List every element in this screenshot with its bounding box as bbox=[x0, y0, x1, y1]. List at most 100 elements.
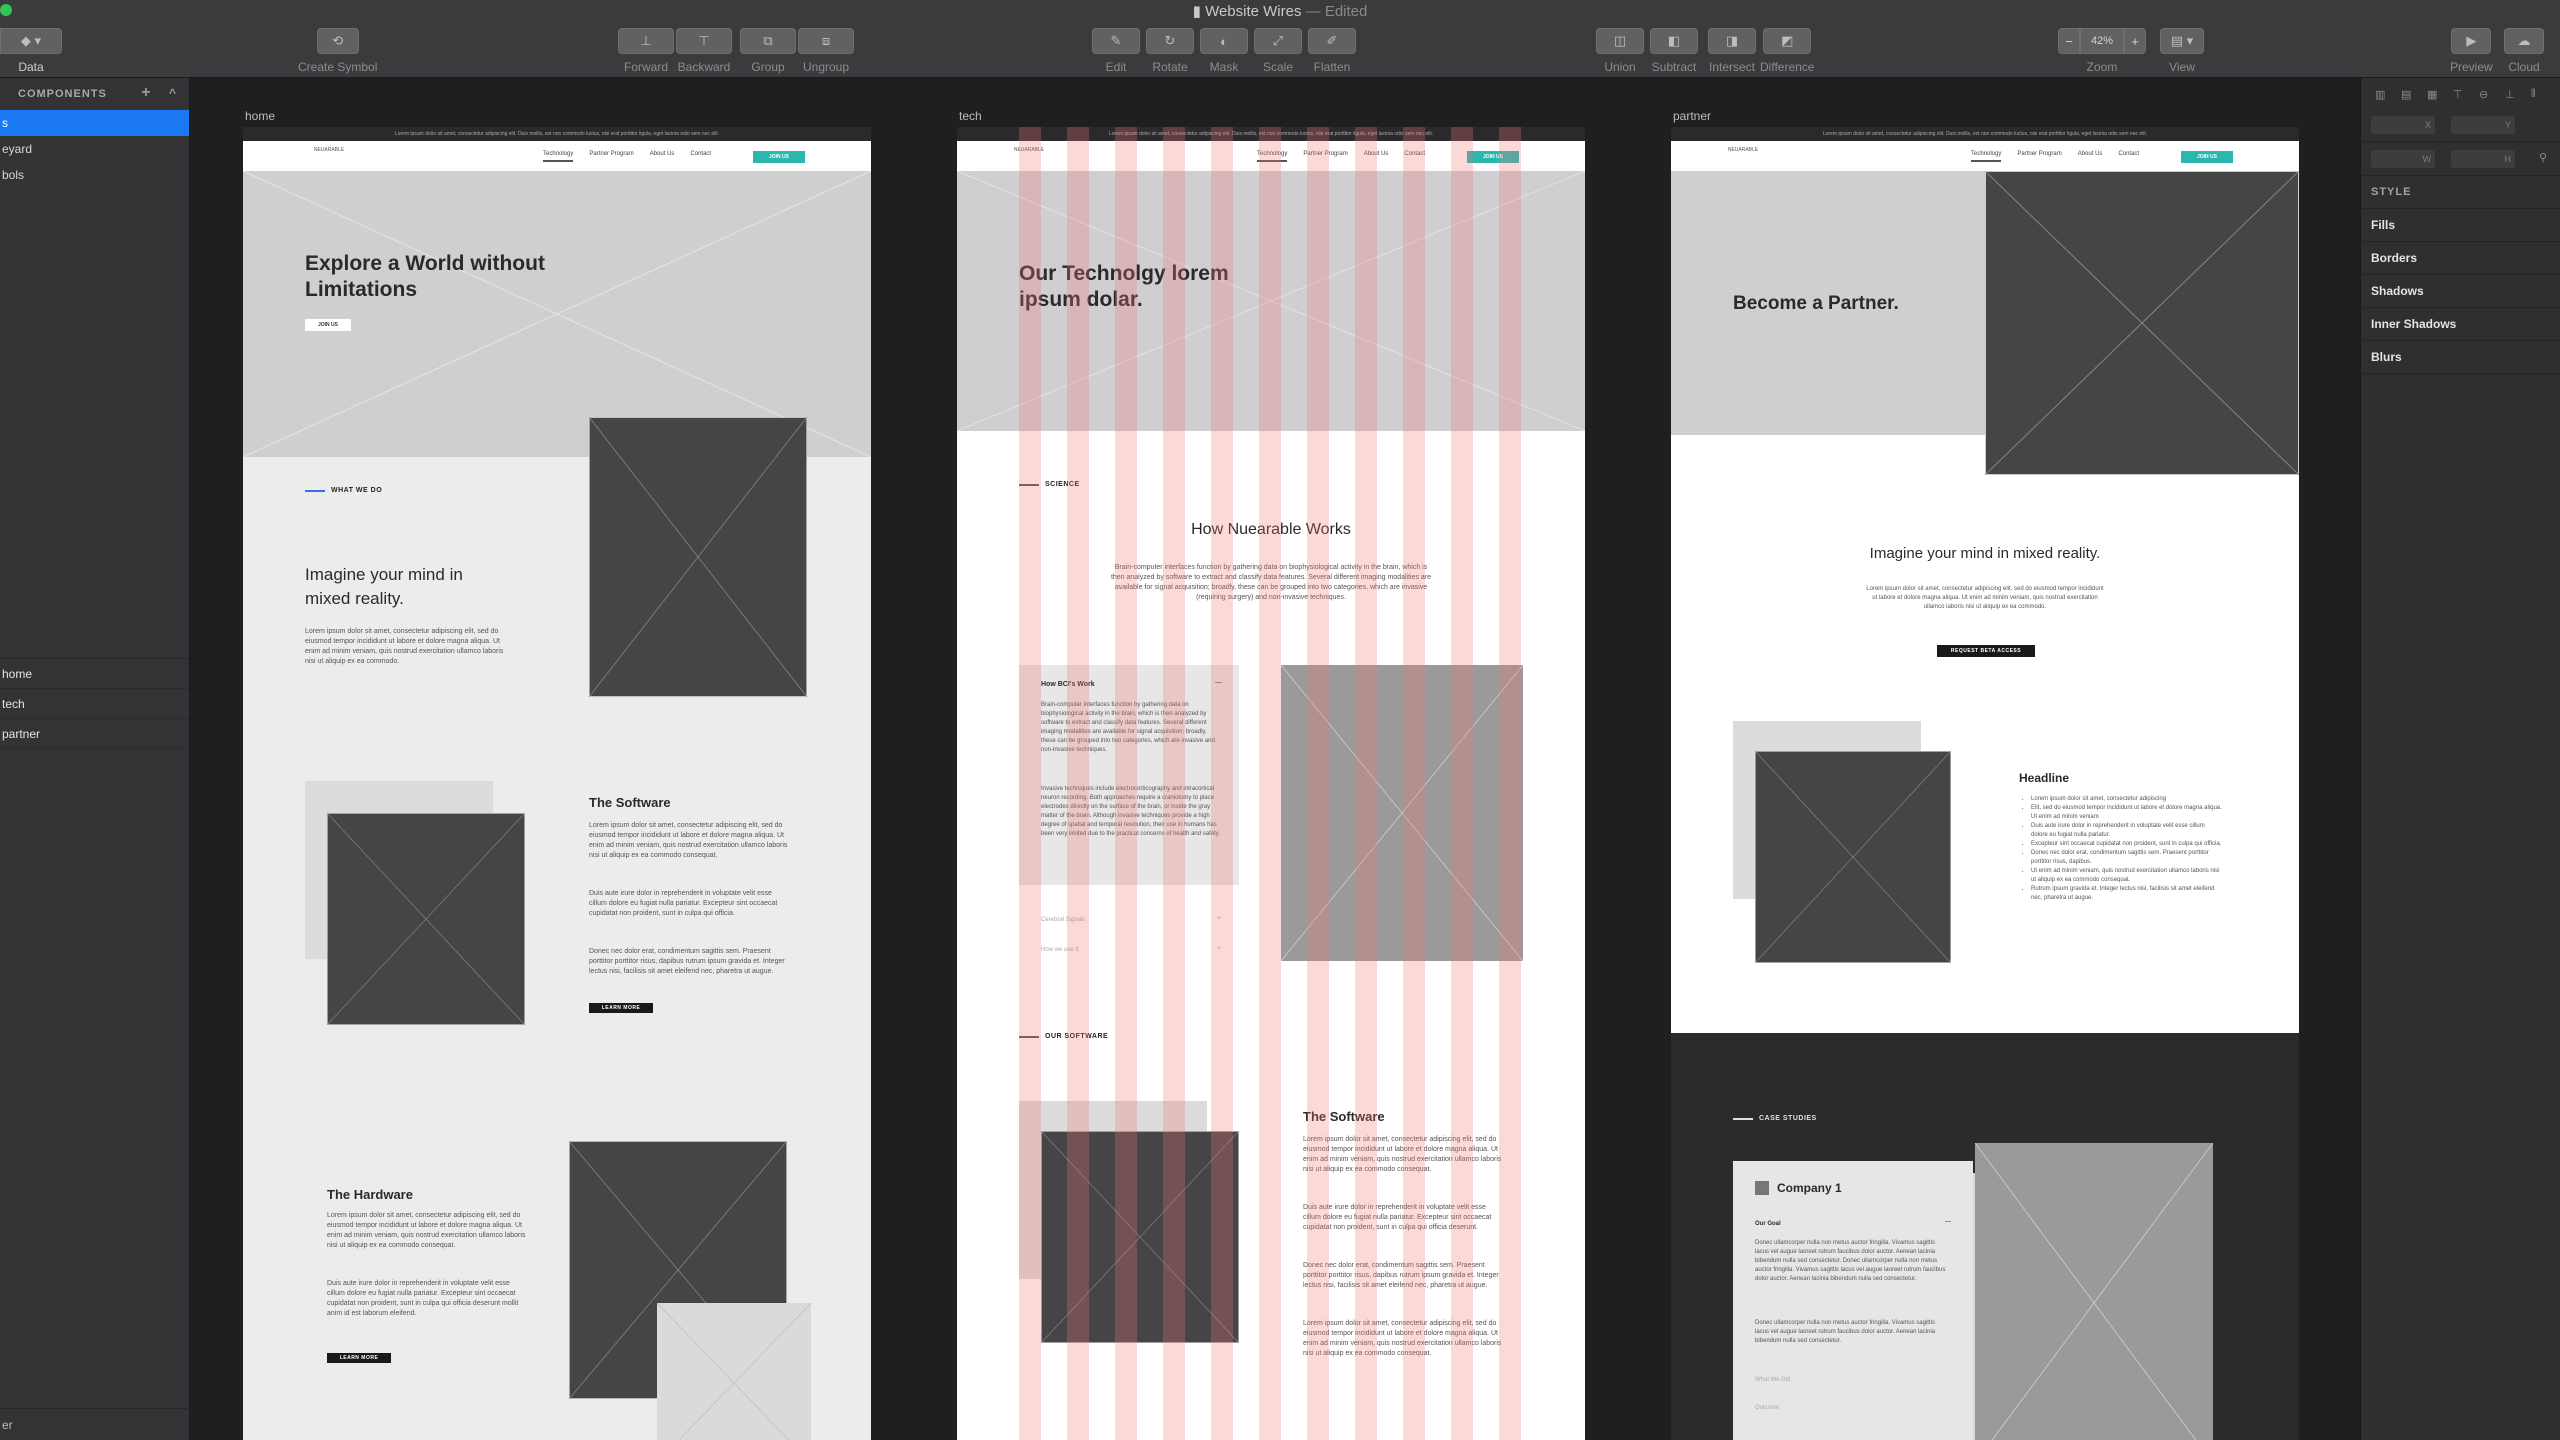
join-us-button[interactable]: JOIN US bbox=[1467, 151, 1519, 163]
layer-artboard-tech[interactable]: tech bbox=[0, 689, 189, 719]
canvas[interactable]: home Lorem ipsum dolor sit amet, consect… bbox=[191, 79, 2359, 1440]
join-us-button[interactable]: JOIN US bbox=[753, 151, 805, 163]
accordion-item-2[interactable]: Cerebral Signals bbox=[1041, 917, 1085, 923]
height-field[interactable]: H bbox=[2451, 150, 2515, 168]
software-learn-more-button[interactable]: LEARN MORE bbox=[589, 1003, 653, 1013]
subtract-tool[interactable]: ◧ Subtract bbox=[1650, 28, 1698, 74]
artboard-tech[interactable]: Lorem ipsum dolor sit amet, consectetur … bbox=[957, 127, 1585, 1440]
borders-section[interactable]: Borders bbox=[2361, 242, 2560, 275]
nav-link-contact[interactable]: Contact bbox=[2118, 151, 2139, 162]
inner-shadows-section[interactable]: Inner Shadows bbox=[2361, 308, 2560, 341]
join-us-button[interactable]: JOIN US bbox=[2181, 151, 2233, 163]
add-page-icon[interactable]: + bbox=[141, 84, 151, 101]
zoom-tool[interactable]: − 42% + Zoom bbox=[2058, 28, 2146, 74]
site-logo[interactable]: NEUARABLE bbox=[1723, 147, 1763, 153]
intersect-button[interactable]: ◨ bbox=[1708, 28, 1756, 54]
nav-link-technology[interactable]: Technology bbox=[543, 151, 574, 162]
shadows-section[interactable]: Shadows bbox=[2361, 275, 2560, 308]
flatten-tool[interactable]: ✐ Flatten bbox=[1308, 28, 1356, 74]
nav-link-contact[interactable]: Contact bbox=[1404, 151, 1425, 162]
difference-tool[interactable]: ◩ Difference bbox=[1760, 28, 1814, 74]
artboard-home[interactable]: Lorem ipsum dolor sit amet, consectetur … bbox=[243, 127, 871, 1440]
nav-link-about[interactable]: About Us bbox=[1364, 151, 1389, 162]
preview-tool[interactable]: ▶ Preview bbox=[2450, 28, 2493, 74]
align-left-icon[interactable]: ▥ bbox=[2375, 88, 2385, 101]
hardware-learn-more-button[interactable]: LEARN MORE bbox=[327, 1353, 391, 1363]
data-button[interactable]: ◆ ▾ bbox=[0, 28, 62, 54]
layer-artboard-home[interactable]: home bbox=[0, 659, 189, 689]
difference-button[interactable]: ◩ bbox=[1763, 28, 1812, 54]
accordion-expand-icon[interactable]: + bbox=[1217, 915, 1221, 922]
align-right-icon[interactable]: ▦ bbox=[2427, 88, 2437, 101]
flatten-button[interactable]: ✐ bbox=[1308, 28, 1356, 54]
nav-link-about[interactable]: About Us bbox=[650, 151, 675, 162]
intersect-tool[interactable]: ◨ Intersect bbox=[1708, 28, 1756, 74]
forward-button[interactable]: ⊥ bbox=[618, 28, 674, 54]
rotate-button[interactable]: ↻ bbox=[1146, 28, 1194, 54]
distribute-icon[interactable]: ⫴ bbox=[2531, 88, 2536, 101]
nav-link-about[interactable]: About Us bbox=[2078, 151, 2103, 162]
component-row[interactable]: s bbox=[0, 110, 189, 136]
layer-artboard-partner[interactable]: partner bbox=[0, 719, 189, 749]
site-logo[interactable]: NEUARABLE bbox=[309, 147, 349, 153]
blurs-section[interactable]: Blurs bbox=[2361, 341, 2560, 374]
nav-link-technology[interactable]: Technology bbox=[1257, 151, 1288, 162]
accordion-title[interactable]: How BCI's Work bbox=[1041, 681, 1095, 688]
cloud-button[interactable]: ☁ bbox=[2504, 28, 2544, 54]
rotate-tool[interactable]: ↻ Rotate bbox=[1146, 28, 1194, 74]
view-tool[interactable]: ▤ ▾ View bbox=[2160, 28, 2204, 74]
create-symbol-button[interactable]: ⟲ bbox=[316, 28, 359, 54]
ungroup-button[interactable]: ⧈ bbox=[798, 28, 854, 54]
edit-tool[interactable]: ✎ Edit bbox=[1092, 28, 1140, 74]
view-button[interactable]: ▤ ▾ bbox=[2160, 28, 2204, 54]
component-row[interactable]: bols bbox=[0, 162, 189, 188]
cloud-tool[interactable]: ☁ Cloud bbox=[2504, 28, 2544, 74]
align-center-icon[interactable]: ▤ bbox=[2401, 88, 2411, 101]
goal-title[interactable]: Our Goal bbox=[1755, 1221, 1781, 1227]
artboard-label-partner[interactable]: partner bbox=[1673, 109, 1711, 123]
edit-button[interactable]: ✎ bbox=[1092, 28, 1140, 54]
scale-button[interactable]: ⤢ bbox=[1254, 28, 1302, 54]
component-row[interactable]: eyard bbox=[0, 136, 189, 162]
nav-link-partner[interactable]: Partner Program bbox=[1303, 151, 1347, 162]
nav-link-partner[interactable]: Partner Program bbox=[589, 151, 633, 162]
preview-button[interactable]: ▶ bbox=[2451, 28, 2492, 54]
goal-collapse-icon[interactable]: — bbox=[1945, 1219, 1951, 1225]
align-bottom-icon[interactable]: ⊥ bbox=[2505, 88, 2515, 101]
width-field[interactable]: W bbox=[2371, 150, 2435, 168]
zoom-in-button[interactable]: + bbox=[2124, 28, 2146, 54]
site-logo[interactable]: NEUARABLE bbox=[1009, 147, 1049, 153]
scale-tool[interactable]: ⤢ Scale bbox=[1254, 28, 1302, 74]
case-accordion-item-3[interactable]: Outcome bbox=[1755, 1405, 1779, 1411]
forward-tool[interactable]: ⊥ Forward bbox=[618, 28, 674, 74]
union-tool[interactable]: ◫ Union bbox=[1596, 28, 1644, 74]
group-tool[interactable]: ⧉ Group bbox=[740, 28, 796, 74]
x-field[interactable]: X bbox=[2371, 116, 2435, 134]
case-accordion-item-2[interactable]: What We Did bbox=[1755, 1377, 1790, 1383]
accordion-collapse-icon[interactable]: — bbox=[1215, 679, 1222, 686]
create-symbol-tool[interactable]: ⟲ Create Symbol bbox=[298, 28, 377, 74]
nav-link-partner[interactable]: Partner Program bbox=[2017, 151, 2061, 162]
backward-button[interactable]: ⊤ bbox=[676, 28, 732, 54]
subtract-button[interactable]: ◧ bbox=[1650, 28, 1698, 54]
hero-join-button[interactable]: JOIN US bbox=[305, 319, 351, 331]
artboard-label-home[interactable]: home bbox=[245, 109, 275, 123]
mask-button[interactable]: ◐ bbox=[1200, 28, 1248, 54]
nav-link-contact[interactable]: Contact bbox=[690, 151, 711, 162]
ungroup-tool[interactable]: ⧈ Ungroup bbox=[798, 28, 854, 74]
panel-footer[interactable]: er bbox=[0, 1408, 190, 1440]
y-field[interactable]: Y bbox=[2451, 116, 2515, 134]
lock-ratio-icon[interactable]: ⚲ bbox=[2539, 151, 2547, 164]
data-tool[interactable]: ◆ ▾ Data bbox=[0, 28, 62, 74]
fills-section[interactable]: Fills bbox=[2361, 209, 2560, 242]
mask-tool[interactable]: ◐ Mask bbox=[1200, 28, 1248, 74]
artboard-label-tech[interactable]: tech bbox=[959, 109, 982, 123]
zoom-out-button[interactable]: − bbox=[2058, 28, 2080, 54]
artboard-partner[interactable]: Lorem ipsum dolor sit amet, consectetur … bbox=[1671, 127, 2299, 1440]
collapse-icon[interactable]: ^ bbox=[169, 86, 177, 100]
group-button[interactable]: ⧉ bbox=[740, 28, 796, 54]
zoom-value[interactable]: 42% bbox=[2080, 28, 2124, 54]
nav-link-technology[interactable]: Technology bbox=[1971, 151, 2002, 162]
accordion-item-3[interactable]: How we use it bbox=[1041, 947, 1078, 953]
backward-tool[interactable]: ⊤ Backward bbox=[676, 28, 732, 74]
